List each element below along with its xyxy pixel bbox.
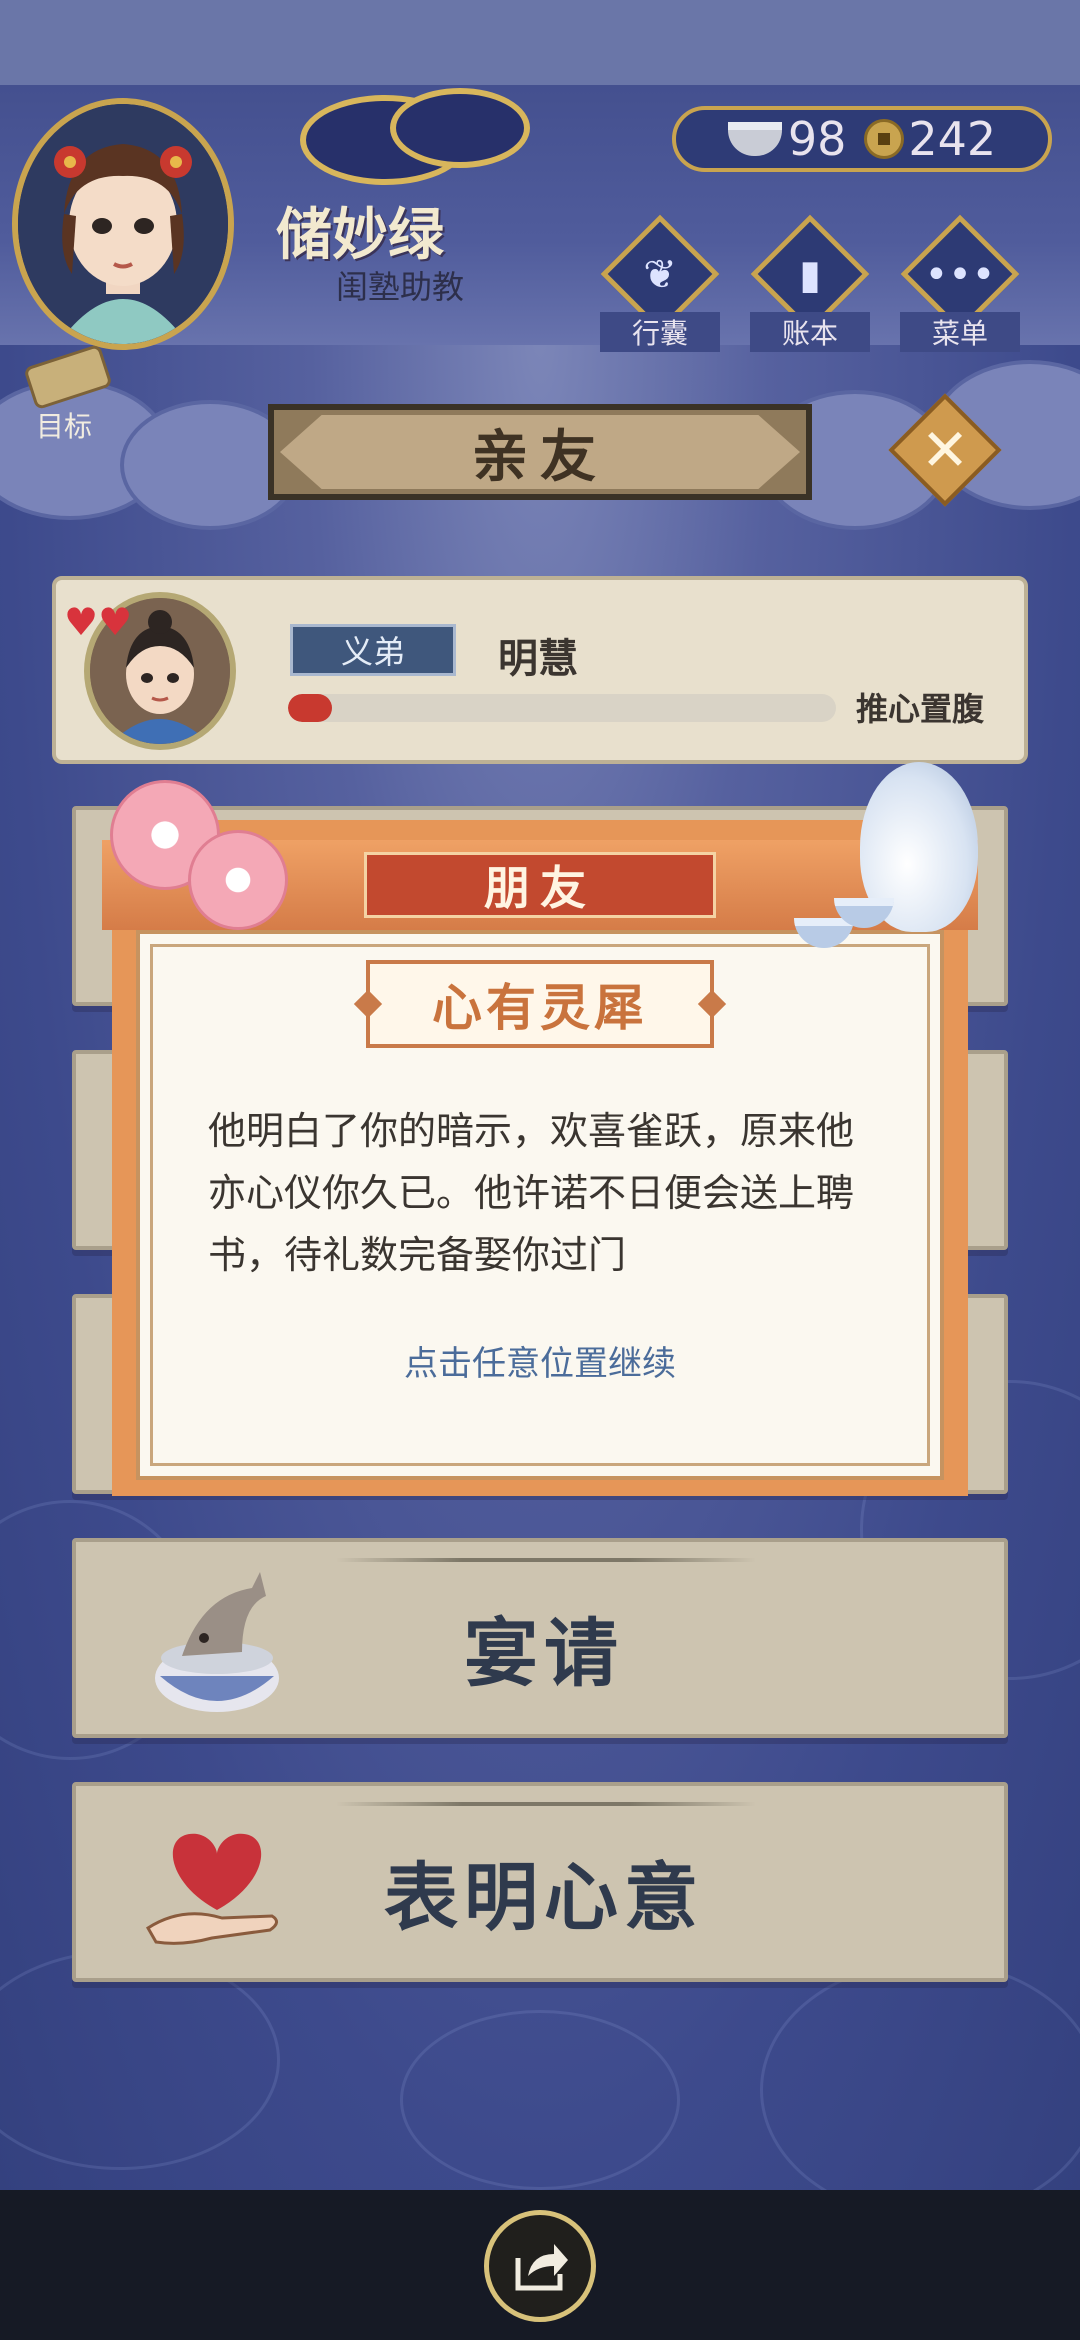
banquet-button[interactable]: 宴请 (72, 1538, 1008, 1738)
cherry-blossom-icon (188, 830, 288, 930)
friend-name: 明慧 (498, 636, 578, 682)
menu-button[interactable]: ••• 菜单 (900, 214, 1020, 352)
player-role: 闺塾助教 (336, 268, 465, 306)
dialog-title-frame: 心有灵犀 (366, 960, 714, 1048)
swirl-pattern (400, 2010, 680, 2190)
close-icon: ✕ (920, 416, 970, 484)
bag-button[interactable]: ❦ 行囊 (600, 214, 720, 352)
share-icon (515, 2244, 568, 2291)
silver-count: 98 (787, 112, 847, 166)
title-inner: 亲友 (280, 415, 800, 489)
game-screen: 储妙绿 闺塾助教 98 242 ❦ 行囊 ▮ 账本 ••• 菜单 目标 亲友 ✕ (0, 0, 1080, 2190)
divider-ornament (336, 1558, 756, 1562)
swirl-pattern (0, 1950, 280, 2170)
continue-hint[interactable]: 点击任意位置继续 (112, 1336, 968, 1385)
dialog-body: 他明白了你的暗示，欢喜雀跃，原来他亦心仪你久已。他许诺不日便会送上聘书，待礼数完… (208, 1109, 855, 1277)
share-button[interactable] (484, 2210, 596, 2322)
bag-label: 行囊 (600, 312, 720, 352)
ledger-button[interactable]: ▮ 账本 (750, 214, 870, 352)
copper-coin-icon (864, 119, 905, 159)
dialog-header-ribbon: 朋友 (364, 852, 716, 918)
relation-status: 推心置腹 (856, 690, 985, 728)
currency-bar[interactable]: 98 242 (672, 106, 1052, 172)
page-title-plaque: 亲友 (268, 404, 812, 500)
book-icon: ▮ (798, 252, 821, 298)
more-dots-icon: ••• (924, 252, 996, 298)
scroll-icon (23, 343, 113, 411)
ledger-label: 账本 (750, 312, 870, 352)
page-title: 亲友 (472, 424, 608, 490)
relation-card[interactable]: ♥♥ 义弟 明慧 推心置腹 (52, 576, 1028, 764)
dialog-header: 朋友 (484, 861, 596, 915)
dialog-title: 心有灵犀 (432, 979, 648, 1037)
goal-button[interactable]: 目标 (14, 343, 114, 445)
affinity-progress-bar (288, 694, 836, 722)
cloud-ornament (390, 88, 530, 168)
relation-tag: 义弟 (290, 624, 456, 676)
coin-count: 242 (908, 112, 997, 166)
confess-button[interactable]: 表明心意 (72, 1782, 1008, 1982)
player-name: 储妙绿 (276, 203, 444, 268)
swirl-pattern (760, 1960, 1080, 2190)
hearts-icon: ♥♥ (64, 600, 133, 644)
affinity-progress-fill (288, 694, 332, 722)
bottom-bar (0, 2190, 1080, 2340)
confess-label: 表明心意 (384, 1855, 704, 1941)
status-strip (0, 0, 1080, 85)
silver-ingot-icon (727, 122, 782, 156)
menu-label: 菜单 (900, 312, 1020, 352)
bundle-icon: ❦ (643, 252, 677, 298)
player-portrait-icon (18, 104, 228, 344)
player-avatar[interactable] (12, 98, 234, 350)
divider-ornament (336, 1802, 756, 1806)
banquet-label: 宴请 (464, 1611, 624, 1697)
goal-label: 目标 (35, 410, 92, 443)
